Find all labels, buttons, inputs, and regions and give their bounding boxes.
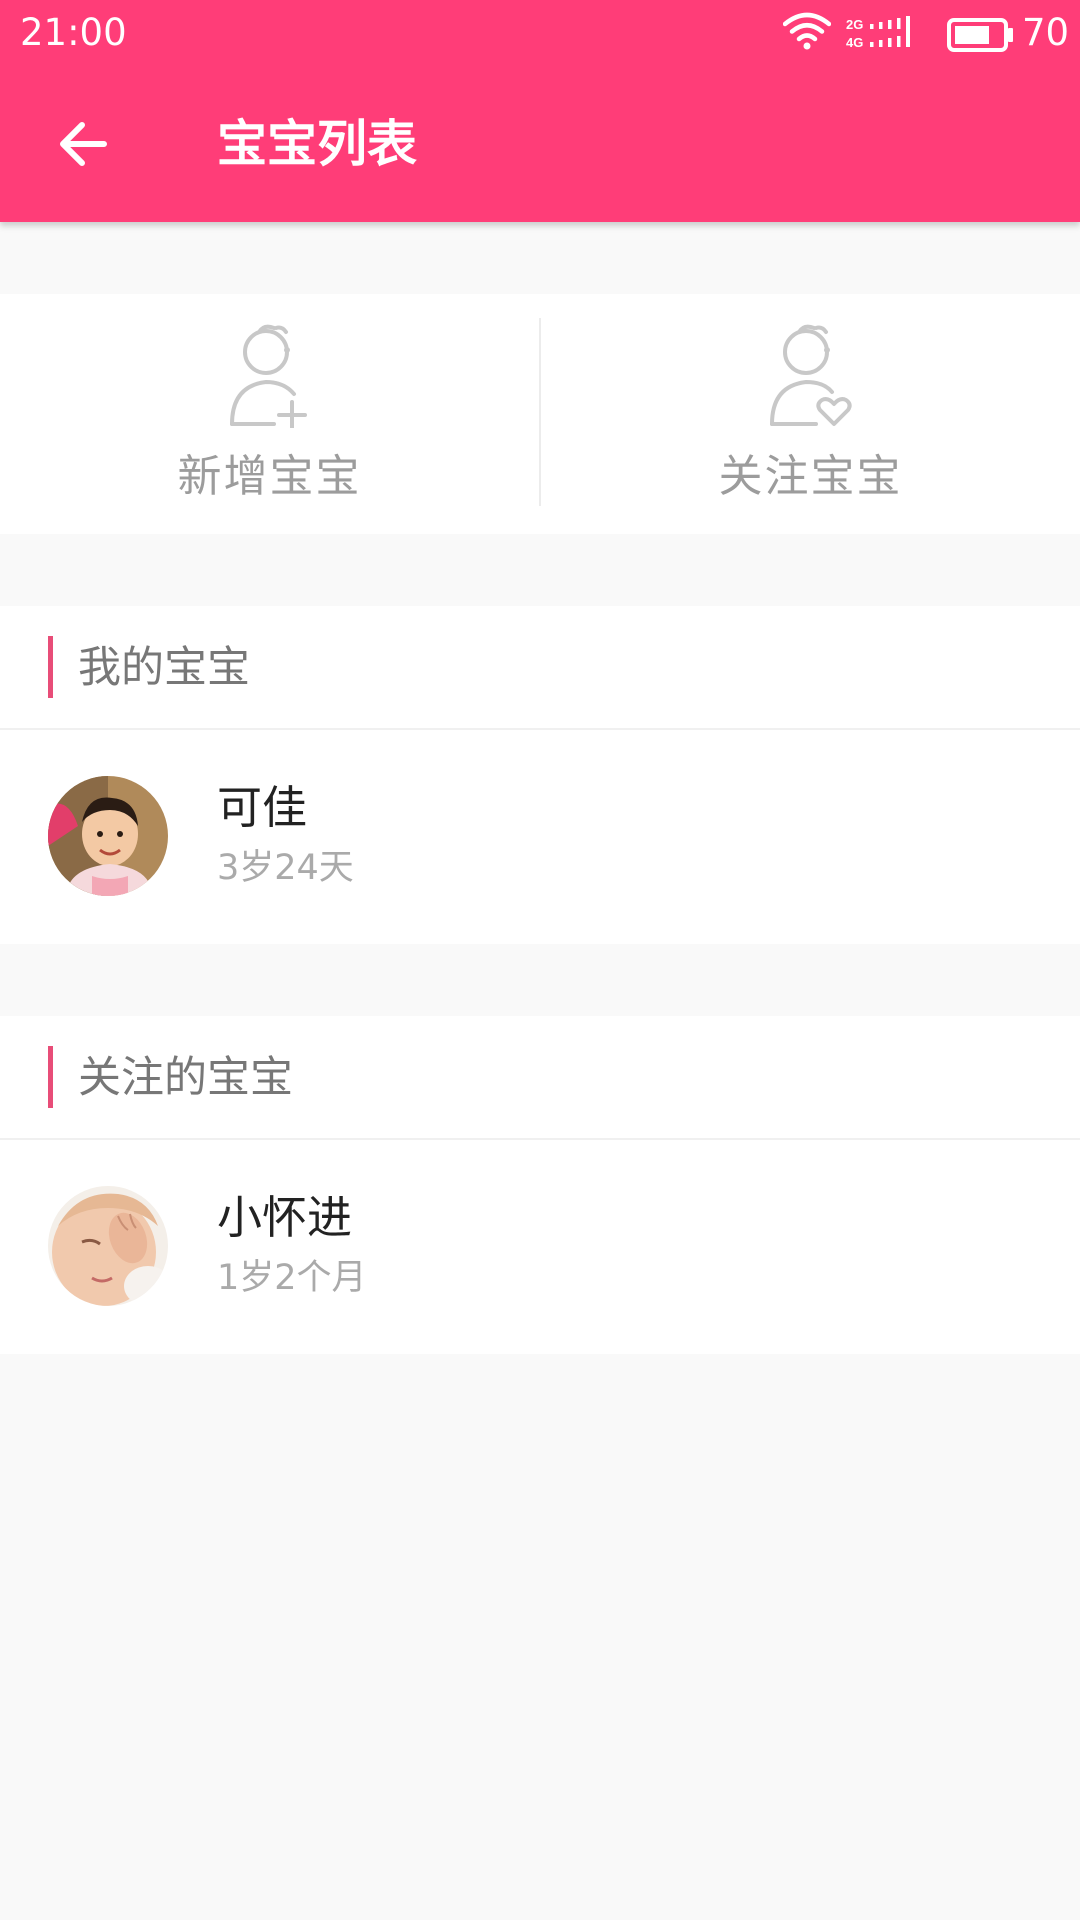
section-title: 我的宝宝 [78,643,250,693]
avatar [48,1186,168,1306]
section-accent-bar [48,636,53,698]
follow-baby-button[interactable]: 关注宝宝 [541,294,1080,534]
section-header: 关注的宝宝 [0,1016,1080,1140]
add-baby-button[interactable]: 新增宝宝 [0,294,539,534]
add-baby-label: 新增宝宝 [177,451,362,502]
status-time: 21:00 [20,11,127,54]
baby-age: 1岁2个月 [217,1258,367,1298]
action-panel: 新增宝宝 关注宝宝 [0,294,1080,534]
arrow-left-icon [60,122,107,166]
my-babies-section: 我的宝宝 可佳 3岁24天 [0,606,1080,944]
baby-list-item[interactable]: 小怀进 1岁2个月 [0,1140,1080,1354]
battery-level: 70 [1022,11,1070,54]
status-bar: 21:00 2G 4G 70 [0,0,1080,66]
section-header: 我的宝宝 [0,606,1080,730]
follow-baby-label: 关注宝宝 [718,451,903,502]
section-title: 关注的宝宝 [78,1053,293,1103]
battery-icon [947,18,1013,52]
app-header: 21:00 2G 4G 70 宝宝列表 [0,0,1080,222]
page-title: 宝宝列表 [217,115,417,173]
baby-age: 3岁24天 [217,848,354,888]
baby-photo-image [48,776,168,896]
network-label-2g: 2G [846,17,863,32]
followed-babies-section: 关注的宝宝 小怀进 1岁2个月 [0,1016,1080,1354]
network-label-4g: 4G [846,35,863,50]
signal-icon: 2G 4G [846,16,910,50]
follow-baby-icon [770,324,852,426]
wifi-icon [783,12,831,50]
add-baby-icon [230,324,307,428]
baby-name: 小怀进 [217,1191,353,1244]
section-accent-bar [48,1046,53,1108]
baby-name: 可佳 [217,781,308,834]
baby-list-item[interactable]: 可佳 3岁24天 [0,730,1080,944]
avatar [48,776,168,896]
baby-photo-image [48,1186,168,1306]
back-button[interactable] [48,108,120,180]
